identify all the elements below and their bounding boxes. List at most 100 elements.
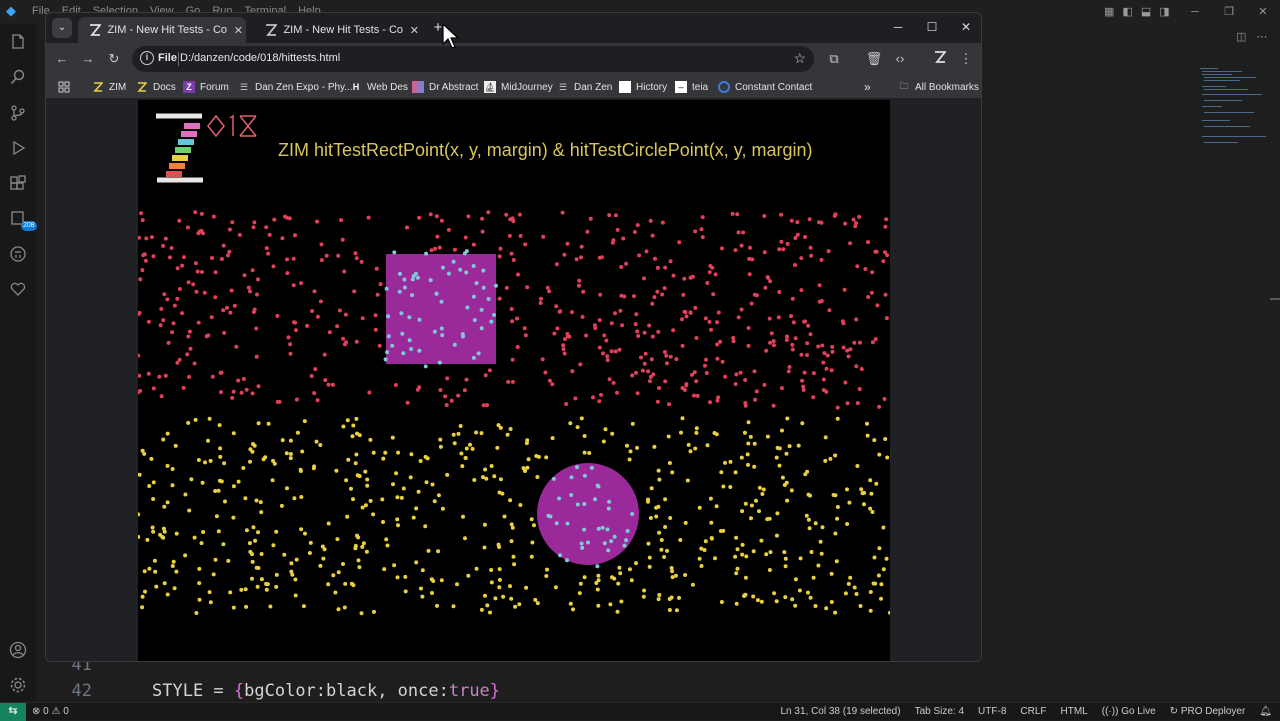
- search-icon[interactable]: [8, 67, 28, 87]
- github-icon[interactable]: [8, 244, 28, 264]
- apps-grid-icon[interactable]: [58, 79, 70, 95]
- dot: [769, 331, 774, 336]
- dot: [195, 269, 200, 274]
- settings-gear-icon[interactable]: [8, 675, 28, 695]
- bookmark-dr-abstract[interactable]: Dr Abstract: [412, 79, 478, 95]
- extensions-puzzle-icon[interactable]: ⧉: [824, 49, 844, 69]
- tab-close-icon[interactable]: ✕: [407, 24, 422, 37]
- address-bar[interactable]: i File D:/danzen/code/018/hittests.html …: [132, 46, 814, 72]
- kebab-menu-icon[interactable]: ⋮: [956, 49, 976, 69]
- dot: [853, 224, 858, 229]
- extensions-icon[interactable]: [8, 174, 28, 194]
- dot: [357, 433, 362, 438]
- dot: [683, 573, 688, 577]
- tab-search-chevron-icon[interactable]: ⌄: [52, 18, 72, 38]
- language-mode[interactable]: HTML: [1061, 706, 1088, 717]
- dot: [458, 267, 463, 272]
- split-editor-icon[interactable]: ◫: [1236, 30, 1246, 43]
- address-url[interactable]: D:/danzen/code/018/hittests.html: [180, 52, 340, 64]
- dot: [492, 474, 497, 479]
- dot: [485, 603, 490, 608]
- tab-size[interactable]: Tab Size: 4: [915, 706, 964, 717]
- back-arrow-icon[interactable]: ←: [52, 49, 72, 69]
- trash-icon[interactable]: 🗑︎: [864, 49, 884, 69]
- explorer-icon[interactable]: [8, 32, 28, 52]
- more-bookmarks-chevron-icon[interactable]: »: [864, 79, 871, 95]
- remote-explorer-icon[interactable]: 208: [8, 209, 37, 231]
- dot: [734, 571, 739, 576]
- forward-arrow-icon[interactable]: →: [78, 49, 98, 69]
- dot: [363, 469, 368, 474]
- go-live-button[interactable]: ((·)) Go Live: [1102, 706, 1156, 717]
- vscode-close-icon[interactable]: ✕: [1246, 0, 1280, 24]
- hit-test-canvas[interactable]: [138, 100, 890, 662]
- vscode-restore-icon[interactable]: ❐: [1212, 0, 1246, 24]
- dot: [805, 353, 809, 358]
- tab-inactive[interactable]: ZIM - New Hit Tests - Code Cre ✕: [254, 17, 422, 43]
- run-debug-icon[interactable]: [8, 138, 28, 158]
- site-info-icon[interactable]: i: [140, 51, 154, 65]
- bookmark-hictory[interactable]: Hictory: [619, 79, 667, 95]
- maximize-icon[interactable]: ☐: [915, 13, 949, 41]
- dot: [751, 549, 756, 554]
- account-icon[interactable]: [8, 640, 28, 660]
- bookmark-docs[interactable]: Docs: [136, 79, 176, 95]
- code-editor[interactable]: 41 42 STYLE = {bgColor:black, once:true}: [36, 655, 1196, 702]
- devtools-code-icon[interactable]: ‹›: [890, 49, 910, 69]
- bookmark-constant-contact[interactable]: Constant Contact: [718, 79, 812, 95]
- dot: [515, 345, 520, 349]
- bookmark-midjourney[interactable]: ⛵︎ MidJourney: [484, 79, 553, 95]
- dot: [213, 557, 218, 562]
- dot: [784, 451, 789, 456]
- dot: [171, 559, 176, 564]
- dot: [596, 573, 601, 578]
- dot: [548, 514, 553, 519]
- hit-rectangle[interactable]: [386, 254, 496, 364]
- dot: [597, 345, 602, 350]
- minimize-icon[interactable]: ─: [881, 13, 915, 41]
- cursor-position[interactable]: Ln 31, Col 38 (19 selected): [780, 706, 900, 717]
- heart-icon[interactable]: [8, 279, 28, 299]
- dot: [408, 475, 413, 480]
- dot: [481, 268, 486, 273]
- notifications-bell-icon[interactable]: 🔔︎: [1259, 706, 1272, 717]
- remote-indicator-icon[interactable]: ⇆: [0, 703, 26, 721]
- all-bookmarks[interactable]: 🗀︎ All Bookmarks: [898, 79, 978, 95]
- reload-icon[interactable]: ↻: [104, 49, 124, 69]
- dot: [885, 455, 890, 460]
- dot: [497, 585, 502, 590]
- bookmark-teia[interactable]: – teia: [675, 79, 708, 95]
- close-window-icon[interactable]: ✕: [949, 13, 981, 41]
- more-actions-icon[interactable]: ⋯: [1256, 30, 1267, 43]
- bookmark-zim[interactable]: ZIM: [92, 79, 126, 95]
- toggle-secondary-sidebar-icon[interactable]: ◨: [1159, 5, 1169, 18]
- minimap[interactable]: [1198, 64, 1272, 154]
- dot: [211, 572, 216, 577]
- source-control-icon[interactable]: [8, 103, 28, 123]
- dot: [138, 472, 142, 477]
- vscode-minimize-icon[interactable]: ─: [1178, 0, 1212, 24]
- pro-deployer-button[interactable]: ↻ PRO Deployer: [1170, 706, 1246, 717]
- zim-stage[interactable]: ZIM hitTestRectPoint(x, y, margin) & hit…: [138, 100, 890, 662]
- problems-count[interactable]: ⊗ 0 ⚠ 0: [32, 706, 69, 717]
- bookmark-dan-zen-expo[interactable]: ☰ Dan Zen Expo - Phy...: [238, 79, 353, 95]
- dot: [239, 587, 244, 592]
- tab-active[interactable]: ZIM - New Hit Tests - Code Cre ✕: [78, 17, 246, 43]
- toggle-panel-icon[interactable]: ⬓: [1141, 5, 1151, 18]
- dot: [391, 482, 395, 487]
- line-ending[interactable]: CRLF: [1020, 706, 1046, 717]
- bookmark-dan-zen[interactable]: ☰ Dan Zen: [557, 79, 612, 95]
- dot: [498, 425, 503, 430]
- encoding[interactable]: UTF-8: [978, 706, 1006, 717]
- dot: [386, 334, 391, 339]
- dot: [456, 393, 461, 398]
- bookmark-star-icon[interactable]: ☆: [793, 50, 806, 67]
- bookmark-forum[interactable]: Z Forum: [183, 79, 229, 95]
- dot: [460, 332, 465, 337]
- bookmark-web-des[interactable]: H Web Des: [350, 79, 408, 95]
- dot: [599, 255, 604, 260]
- toggle-sidebar-icon[interactable]: ◧: [1122, 5, 1132, 18]
- customize-layout-icon[interactable]: ▦: [1104, 5, 1114, 18]
- tab-close-icon[interactable]: ✕: [231, 24, 246, 37]
- zim-extension-icon[interactable]: [930, 49, 950, 69]
